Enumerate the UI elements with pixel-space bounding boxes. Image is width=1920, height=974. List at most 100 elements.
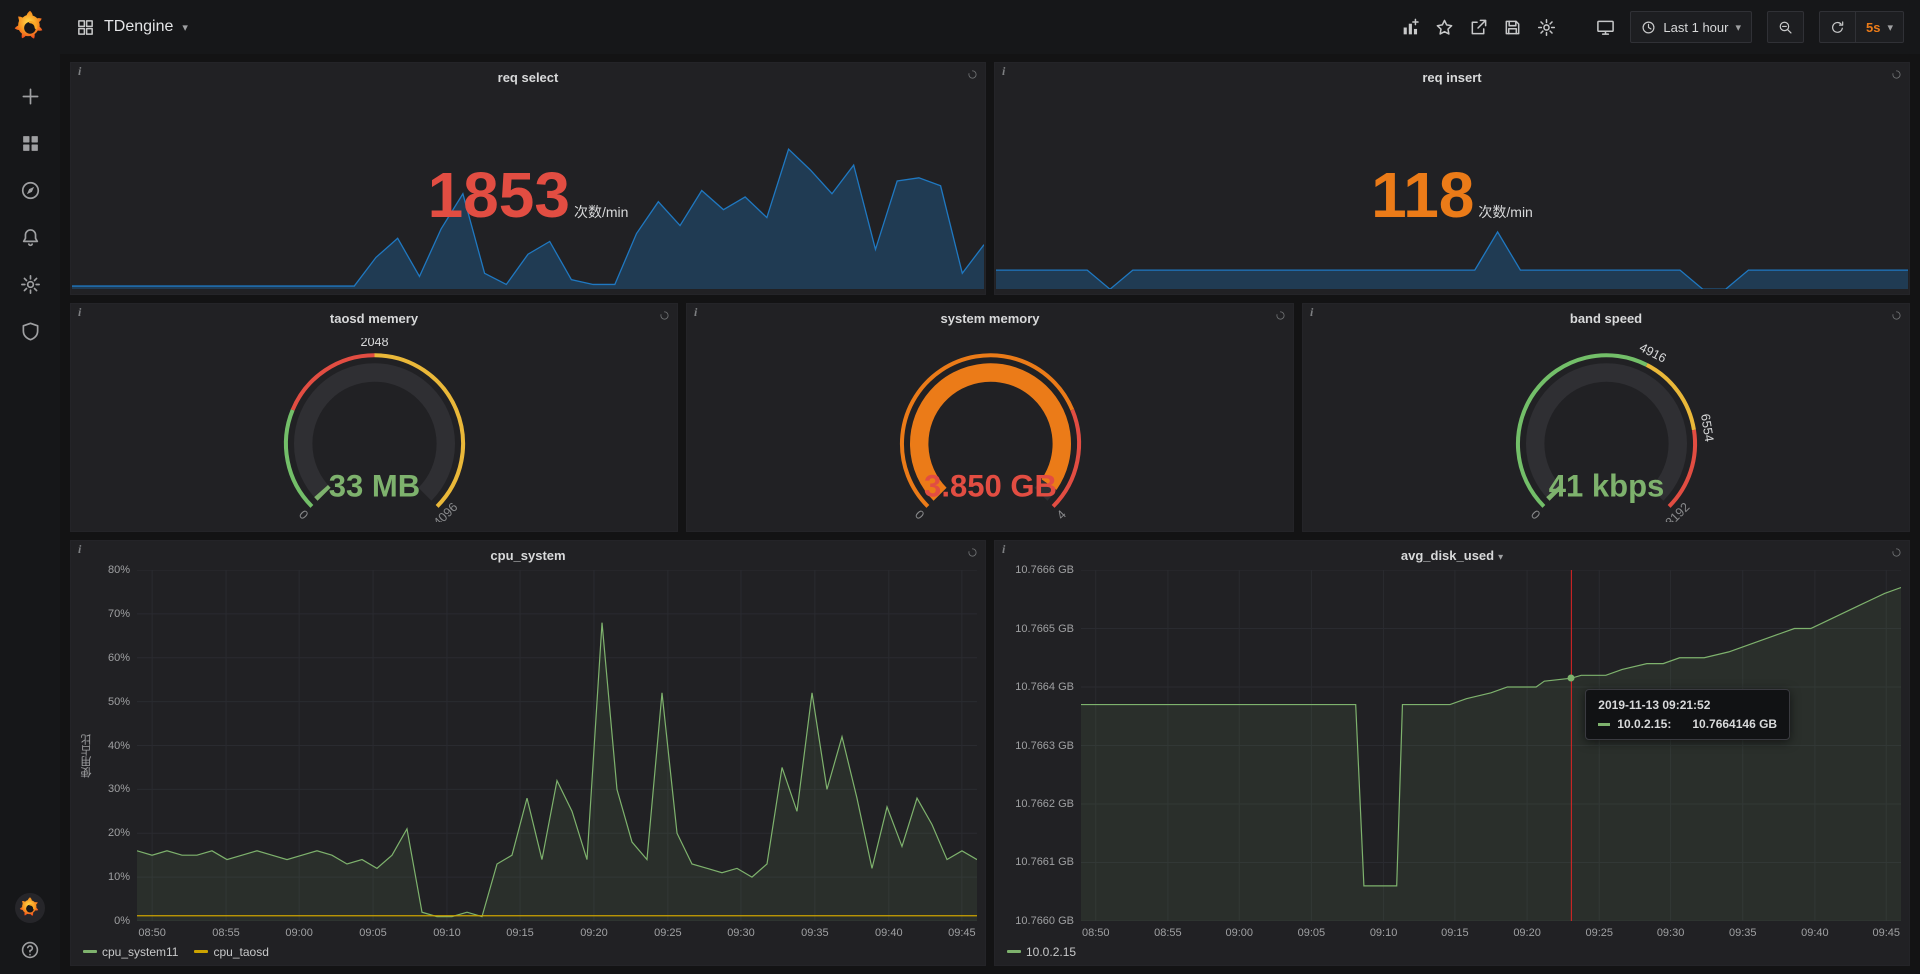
panel-spinner-icon[interactable] (1891, 69, 1902, 80)
legend-label: cpu_system11 (102, 945, 178, 959)
x-tick-label: 09:10 (1370, 927, 1398, 939)
svg-text:41 kbps: 41 kbps (1548, 469, 1664, 504)
refresh-button[interactable] (1819, 11, 1856, 43)
legend-item[interactable]: cpu_system11 (83, 945, 178, 959)
panel-req-select: i req select 1853 次数/min (70, 62, 986, 295)
svg-text:0: 0 (295, 507, 310, 522)
panel-spinner-icon[interactable] (1891, 310, 1902, 321)
dashboard-row-1: i req select 1853 次数/min i req insert 11… (70, 62, 1910, 295)
sidebar-item-alerting[interactable] (20, 227, 41, 248)
y-tick-label: 40% (108, 740, 130, 752)
x-tick-label: 09:45 (1872, 927, 1900, 939)
panel-title[interactable]: band speed (1303, 304, 1909, 329)
search-minus-icon (1778, 20, 1793, 35)
panel-info-icon[interactable]: i (694, 305, 697, 320)
legend: cpu_system11 cpu_taosd (79, 943, 977, 963)
panel-menu-caret-icon[interactable]: ▾ (1498, 552, 1503, 563)
panel-title[interactable]: taosd memery (71, 304, 677, 329)
sidebar-item-configuration[interactable] (20, 274, 41, 295)
y-tick-label: 10.7660 GB (1015, 915, 1074, 927)
user-avatar[interactable] (15, 893, 45, 923)
panel-spinner-icon[interactable] (967, 69, 978, 80)
x-axis: 08:5008:5509:0009:0509:1009:1509:2009:25… (137, 921, 977, 943)
x-tick-label: 09:45 (948, 927, 976, 939)
panel-system-memory: i system memory 043.850 GB (686, 303, 1294, 532)
x-tick-label: 08:50 (1082, 927, 1110, 939)
zoom-out-button[interactable] (1767, 11, 1804, 43)
x-axis: 08:5008:5509:0009:0509:1009:1509:2009:25… (1081, 921, 1901, 943)
refresh-interval-button[interactable]: 5s ▾ (1856, 11, 1904, 43)
save-icon[interactable] (1503, 18, 1522, 37)
y-tick-label: 10.7666 GB (1015, 564, 1074, 576)
dashboard-title[interactable]: TDengine (104, 18, 173, 36)
svg-text:0: 0 (1527, 507, 1542, 522)
grafana-logo-icon[interactable] (12, 9, 48, 45)
sidebar-item-admin[interactable] (20, 321, 41, 342)
sidebar (0, 0, 60, 974)
panel-avg-disk-used: i avg_disk_used▾ 10.7666 GB10.7665 GB10.… (994, 540, 1910, 966)
refresh-group: 5s ▾ (1819, 11, 1904, 43)
panel-spinner-icon[interactable] (659, 310, 670, 321)
star-icon[interactable] (1435, 18, 1454, 37)
panel-title[interactable]: system memory (687, 304, 1293, 329)
clock-icon (1641, 20, 1656, 35)
dashboard-squares-icon[interactable] (76, 18, 95, 37)
sidebar-item-explore[interactable] (20, 180, 41, 201)
panel-info-icon[interactable]: i (1310, 305, 1313, 320)
graph-tooltip: 2019-11-13 09:21:5210.0.2.15:10.7664146 … (1585, 689, 1790, 740)
svg-text:4: 4 (1054, 507, 1069, 522)
panel-title[interactable]: avg_disk_used▾ (1003, 541, 1901, 566)
refresh-interval-label: 5s (1866, 20, 1880, 35)
refresh-icon (1830, 20, 1845, 35)
panel-info-icon[interactable]: i (1002, 542, 1005, 557)
panel-info-icon[interactable]: i (1002, 64, 1005, 79)
sidebar-item-help[interactable] (20, 940, 40, 960)
sidebar-item-create[interactable] (20, 86, 41, 107)
x-tick-label: 08:55 (212, 927, 240, 939)
svg-text:2048: 2048 (360, 338, 388, 349)
svg-text:33 MB: 33 MB (328, 469, 419, 504)
add-panel-icon[interactable] (1401, 18, 1420, 37)
dashboard-row-3: i cpu_system 使用占比 80%70%60%50%40%30%20%1… (70, 540, 1910, 966)
panel-title[interactable]: req insert (995, 63, 1909, 88)
x-tick-label: 08:55 (1154, 927, 1182, 939)
y-tick-label: 10% (108, 871, 130, 883)
panel-info-icon[interactable]: i (78, 542, 81, 557)
settings-gear-icon[interactable] (1537, 18, 1556, 37)
tv-cycle-icon[interactable] (1596, 18, 1615, 37)
x-tick-label: 09:20 (580, 927, 608, 939)
tooltip-value: 10.7664146 GB (1692, 717, 1777, 731)
panel-cpu-system: i cpu_system 使用占比 80%70%60%50%40%30%20%1… (70, 540, 986, 966)
legend-item[interactable]: cpu_taosd (194, 945, 268, 959)
x-tick-label: 09:15 (506, 927, 534, 939)
x-tick-label: 09:20 (1513, 927, 1541, 939)
panel-info-icon[interactable]: i (78, 305, 81, 320)
panel-info-icon[interactable]: i (78, 64, 81, 79)
y-tick-label: 80% (108, 564, 130, 576)
panel-title[interactable]: req select (71, 63, 985, 88)
y-tick-label: 10.7662 GB (1015, 798, 1074, 810)
panel-spinner-icon[interactable] (1891, 547, 1902, 558)
legend-item[interactable]: 10.0.2.15 (1007, 945, 1076, 959)
panel-spinner-icon[interactable] (967, 547, 978, 558)
gauge-wrap: 043.850 GB (687, 329, 1293, 531)
navbar: TDengine ▾ Last 1 hour ▾ (60, 0, 1920, 54)
gauge-chart: 043.850 GB (864, 338, 1117, 522)
x-tick-label: 09:30 (727, 927, 755, 939)
sidebar-item-dashboards[interactable] (20, 133, 41, 154)
svg-text:6554: 6554 (1697, 413, 1715, 443)
sparkline-chart (996, 146, 1908, 289)
panel-spinner-icon[interactable] (1275, 310, 1286, 321)
tooltip-time: 2019-11-13 09:21:52 (1598, 698, 1777, 712)
panel-taosd-memory: i taosd memery 02048409633 MB (70, 303, 678, 532)
x-tick-label: 09:00 (1225, 927, 1253, 939)
time-picker-button[interactable]: Last 1 hour ▾ (1630, 11, 1752, 43)
y-axis: 10.7666 GB10.7665 GB10.7664 GB10.7663 GB… (1003, 570, 1081, 921)
y-tick-label: 20% (108, 827, 130, 839)
plot-area[interactable] (137, 570, 977, 921)
panel-title[interactable]: cpu_system (79, 541, 977, 566)
plot-area[interactable]: 2019-11-13 09:21:5210.0.2.15:10.7664146 … (1081, 570, 1901, 921)
share-icon[interactable] (1469, 18, 1488, 37)
title-chevron-down-icon[interactable]: ▾ (182, 21, 188, 34)
x-tick-label: 09:15 (1441, 927, 1469, 939)
